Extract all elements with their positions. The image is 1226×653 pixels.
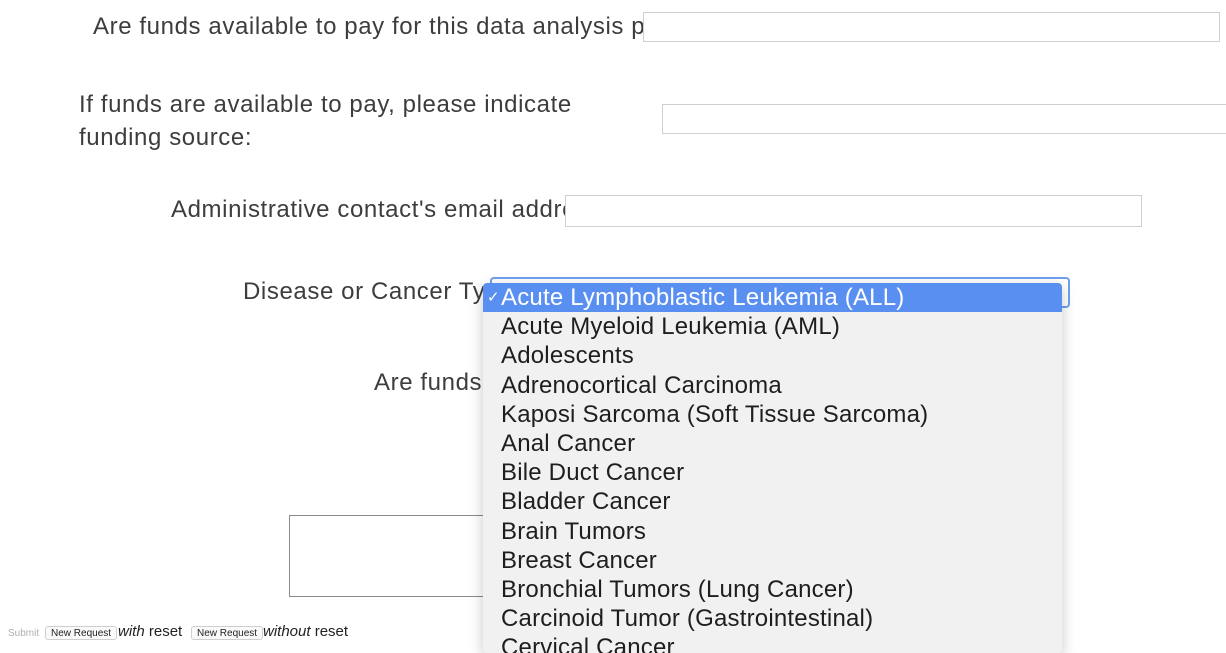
submit-button[interactable]: Submit [2,626,45,640]
admin-email-input[interactable] [565,195,1142,227]
option-label: Anal Cancer [501,429,636,457]
dropdown-option[interactable]: Adrenocortical Carcinoma [483,371,1062,400]
dropdown-option[interactable]: Anal Cancer [483,429,1062,458]
funds-question-label: Are funds available to pay for this data… [93,13,722,40]
option-label: Bronchial Tumors (Lung Cancer) [501,575,854,603]
funds-input[interactable] [643,12,1220,42]
option-label: Bladder Cancer [501,488,671,516]
dropdown-option[interactable]: Adolescents [483,341,1062,370]
dropdown-option[interactable]: Acute Myeloid Leukemia (AML) [483,312,1062,341]
option-label: Adrenocortical Carcinoma [501,371,782,399]
dropdown-option[interactable]: Breast Cancer [483,546,1062,575]
with-reset-note: with reset [118,623,182,640]
with-text: with [118,623,145,640]
admin-email-label: Administrative contact's email address* [171,196,612,223]
dropdown-option[interactable]: ✓ Acute Lymphoblastic Leukemia (ALL) [483,283,1062,313]
dropdown-option[interactable]: Brain Tumors [483,517,1062,546]
new-request-with-reset-button[interactable]: New Request [45,626,118,640]
reset-text-2: reset [314,623,349,640]
dropdown-option[interactable]: Bronchial Tumors (Lung Cancer) [483,575,1062,604]
option-label: Bile Duct Cancer [501,459,685,487]
option-label: Breast Cancer [501,546,657,574]
dropdown-option[interactable]: Bile Duct Cancer [483,458,1062,487]
option-label: Acute Lymphoblastic Leukemia (ALL) [501,284,905,311]
funding-source-input[interactable] [662,104,1226,134]
funding-source-label: If funds are available to pay, please in… [79,91,572,151]
dropdown-option[interactable]: Cervical Cancer [483,633,1062,653]
dropdown-option[interactable]: Kaposi Sarcoma (Soft Tissue Sarcoma) [483,400,1062,429]
without-reset-note: without reset [263,623,348,640]
option-label: Adolescents [501,342,634,370]
option-label: Cervical Cancer [501,634,675,653]
option-label: Kaposi Sarcoma (Soft Tissue Sarcoma) [501,400,929,428]
checkmark-icon: ✓ [487,289,500,306]
footer-controls: Submit New Request with reset New Reques… [0,622,420,640]
dropdown-option[interactable]: Bladder Cancer [483,487,1062,516]
option-label: Acute Myeloid Leukemia (AML) [501,313,841,341]
option-label: Brain Tumors [501,517,647,545]
dropdown-option[interactable]: Carcinoid Tumor (Gastrointestinal) [483,604,1062,633]
option-label: Carcinoid Tumor (Gastrointestinal) [501,605,874,633]
new-request-without-reset-button[interactable]: New Request [191,626,264,640]
reset-text: reset [148,623,183,640]
without-text: without [263,623,311,640]
disease-dropdown-list[interactable]: ✓ Acute Lymphoblastic Leukemia (ALL) Acu… [483,283,1062,653]
